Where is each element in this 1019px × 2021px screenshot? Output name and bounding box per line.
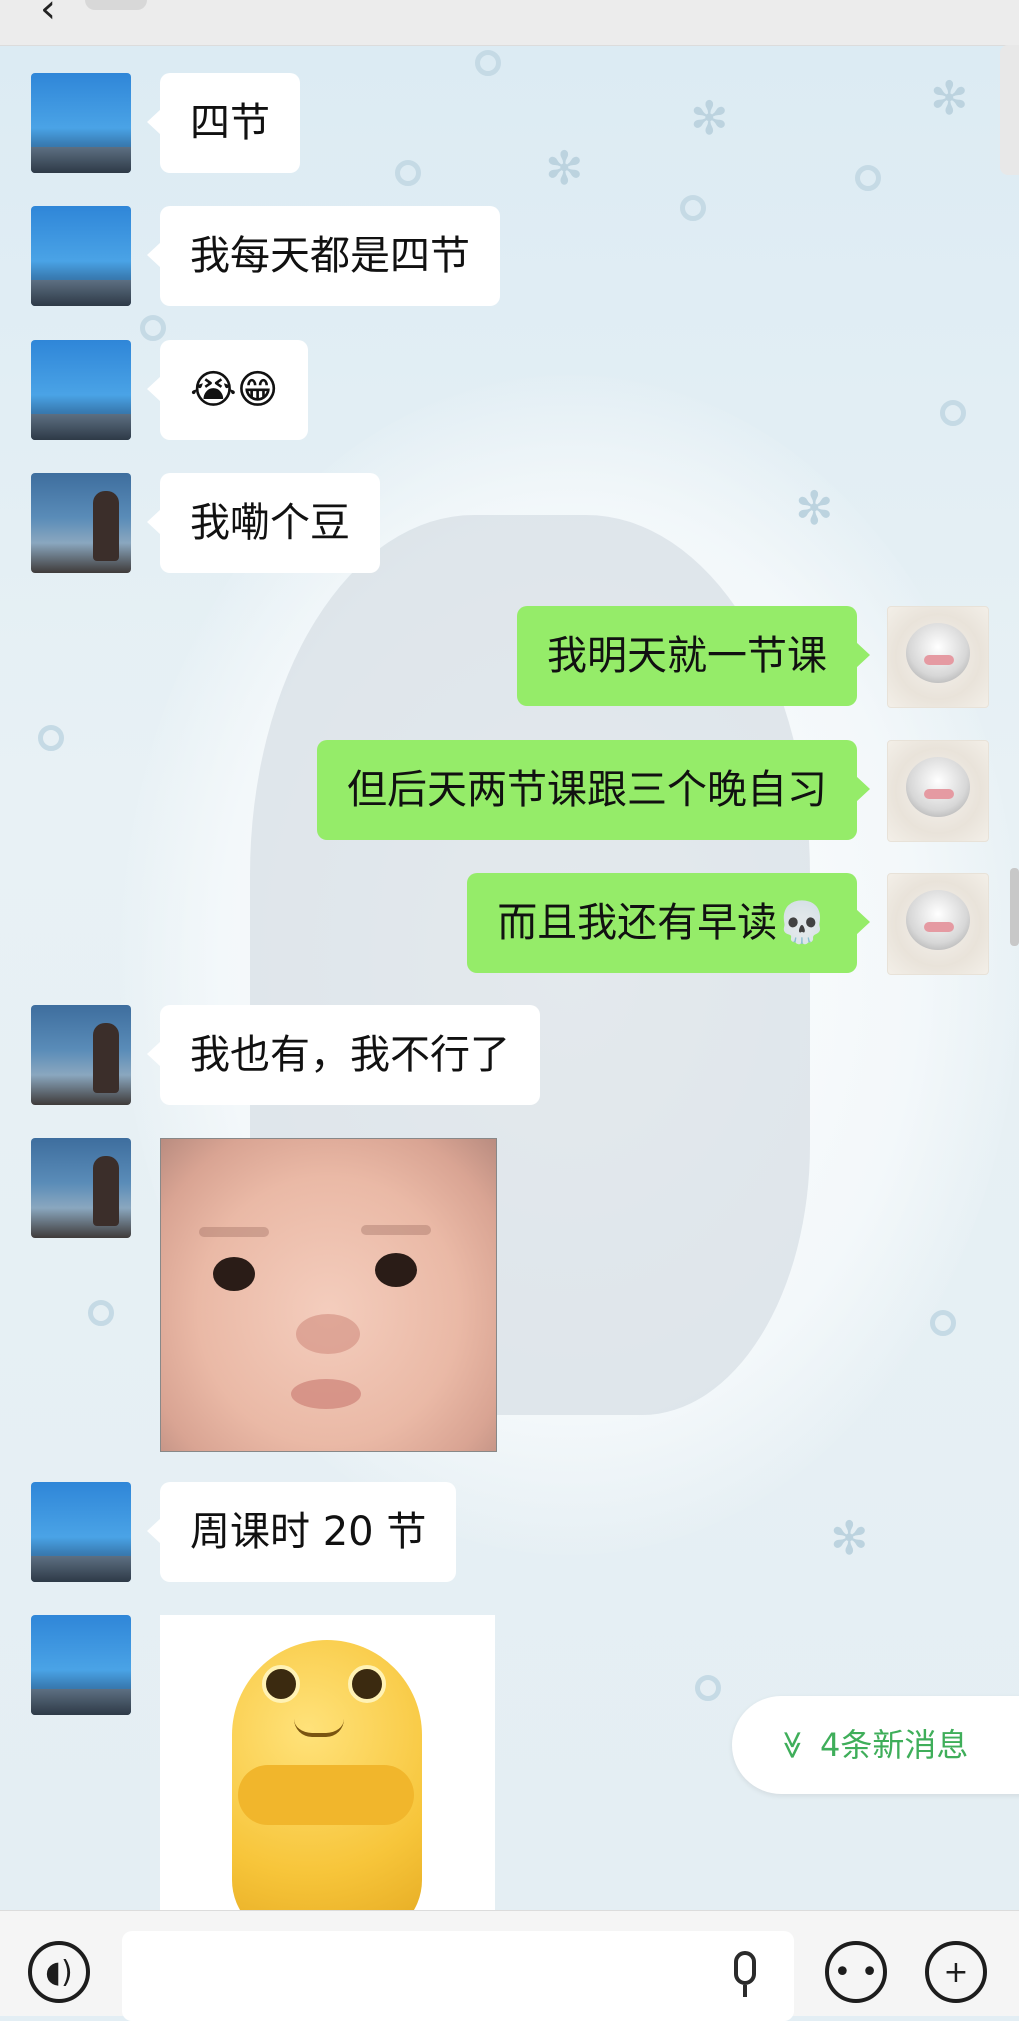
snowflake-icon: ✻ <box>830 1511 869 1565</box>
side-tab <box>1000 45 1019 175</box>
message-bubble[interactable]: 我每天都是四节 <box>147 206 500 306</box>
message-bubble[interactable]: 周课时 20 节 <box>146 1482 457 1582</box>
baby-face-sticker[interactable] <box>160 1138 497 1452</box>
sticker-eye <box>262 1665 300 1703</box>
emoji-icon[interactable]: • • <box>825 1941 887 2003</box>
message-bubble[interactable]: 四节 <box>147 73 300 173</box>
scrollbar-thumb[interactable] <box>1010 868 1019 946</box>
avatar[interactable] <box>31 340 131 440</box>
message-input[interactable] <box>122 1931 794 2021</box>
wallpaper-dot <box>140 315 166 341</box>
chat-header: ‹ <box>0 0 1019 46</box>
wallpaper-dot <box>38 725 64 751</box>
avatar[interactable] <box>31 1005 131 1105</box>
sticker-eye <box>213 1257 255 1291</box>
mic-icon[interactable] <box>734 1951 756 1985</box>
wallpaper-dot <box>940 400 966 426</box>
snowflake-icon: ✻ <box>690 91 729 145</box>
wallpaper-dot <box>395 160 421 186</box>
wallpaper-dot <box>475 50 501 76</box>
wallpaper-dot <box>695 1675 721 1701</box>
new-messages-button[interactable]: ≫ 4条新消息 <box>732 1696 1019 1794</box>
sticker-mouth <box>291 1379 361 1409</box>
wallpaper-dot <box>855 165 881 191</box>
avatar[interactable] <box>31 1138 131 1238</box>
sticker-arms <box>238 1765 414 1825</box>
avatar[interactable] <box>887 873 989 975</box>
sticker-brow <box>361 1225 431 1235</box>
avatar[interactable] <box>31 1482 131 1582</box>
message-bubble[interactable]: 我嘞个豆 <box>147 473 380 573</box>
unread-count-pill[interactable] <box>85 0 147 10</box>
message-bubble[interactable]: 而且我还有早读💀 <box>467 873 870 973</box>
message-bubble[interactable]: 我也有，我不行了 <box>147 1005 540 1105</box>
wallpaper-dot <box>930 1310 956 1336</box>
sticker-brow <box>199 1227 269 1237</box>
message-bubble[interactable]: 但后天两节课跟三个晚自习 <box>317 740 870 840</box>
avatar[interactable] <box>31 206 131 306</box>
sticker-eye <box>375 1253 417 1287</box>
wallpaper-dot <box>680 195 706 221</box>
mic-stem <box>743 1985 747 1997</box>
sticker-nose <box>296 1314 360 1354</box>
snowflake-icon: ✻ <box>545 141 584 195</box>
yellow-toy-sticker[interactable] <box>160 1615 495 1910</box>
plus-icon[interactable]: + <box>925 1941 987 2003</box>
new-messages-label: 4条新消息 <box>820 1726 969 1764</box>
message-bubble[interactable]: 我明天就一节课 <box>517 606 870 706</box>
snowflake-icon: ✻ <box>930 71 969 125</box>
avatar[interactable] <box>887 740 989 842</box>
wallpaper-dot <box>88 1300 114 1326</box>
chat-wallpaper: ✻ ✻ ✻ ✻ ✻ <box>0 45 1019 1910</box>
avatar[interactable] <box>31 73 131 173</box>
back-icon[interactable]: ‹ <box>40 0 56 32</box>
message-bubble[interactable]: 😭😁 <box>146 340 309 440</box>
avatar[interactable] <box>887 606 989 708</box>
snowflake-icon: ✻ <box>795 481 834 535</box>
voice-icon[interactable]: ◖) <box>28 1941 90 2003</box>
avatar[interactable] <box>31 473 131 573</box>
sticker-eye <box>348 1665 386 1703</box>
input-toolbar: ◖) • • + <box>0 1910 1019 2021</box>
avatar[interactable] <box>31 1615 131 1715</box>
